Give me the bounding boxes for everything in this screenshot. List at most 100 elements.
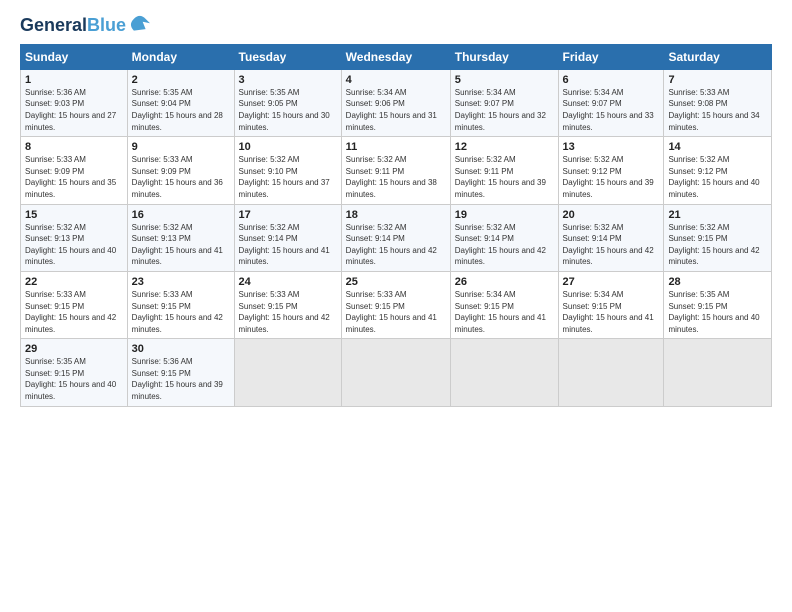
col-header-saturday: Saturday	[664, 44, 772, 69]
day-info: Sunrise: 5:34 AMSunset: 9:15 PMDaylight:…	[563, 289, 660, 335]
col-header-wednesday: Wednesday	[341, 44, 450, 69]
day-cell: 11 Sunrise: 5:32 AMSunset: 9:11 PMDaylig…	[341, 137, 450, 204]
logo-text: GeneralBlue	[20, 16, 126, 36]
day-cell: 22 Sunrise: 5:33 AMSunset: 9:15 PMDaylig…	[21, 271, 128, 338]
day-number: 13	[563, 141, 660, 153]
day-number: 17	[239, 209, 337, 221]
day-info: Sunrise: 5:32 AMSunset: 9:10 PMDaylight:…	[239, 154, 337, 200]
day-info: Sunrise: 5:33 AMSunset: 9:09 PMDaylight:…	[25, 154, 123, 200]
day-number: 4	[346, 74, 446, 86]
day-cell: 20 Sunrise: 5:32 AMSunset: 9:14 PMDaylig…	[558, 204, 664, 271]
day-info: Sunrise: 5:33 AMSunset: 9:08 PMDaylight:…	[668, 87, 767, 133]
day-cell: 13 Sunrise: 5:32 AMSunset: 9:12 PMDaylig…	[558, 137, 664, 204]
day-cell: 1 Sunrise: 5:36 AMSunset: 9:03 PMDayligh…	[21, 69, 128, 136]
day-info: Sunrise: 5:32 AMSunset: 9:14 PMDaylight:…	[563, 222, 660, 268]
day-info: Sunrise: 5:33 AMSunset: 9:15 PMDaylight:…	[132, 289, 230, 335]
day-number: 3	[239, 74, 337, 86]
day-info: Sunrise: 5:35 AMSunset: 9:15 PMDaylight:…	[668, 289, 767, 335]
day-number: 15	[25, 209, 123, 221]
logo: GeneralBlue	[20, 16, 150, 36]
day-cell: 23 Sunrise: 5:33 AMSunset: 9:15 PMDaylig…	[127, 271, 234, 338]
day-number: 26	[455, 276, 554, 288]
day-cell: 24 Sunrise: 5:33 AMSunset: 9:15 PMDaylig…	[234, 271, 341, 338]
day-number: 21	[668, 209, 767, 221]
day-info: Sunrise: 5:34 AMSunset: 9:07 PMDaylight:…	[455, 87, 554, 133]
logo-icon	[128, 13, 150, 35]
page-header: GeneralBlue	[20, 16, 772, 36]
day-number: 22	[25, 276, 123, 288]
day-info: Sunrise: 5:34 AMSunset: 9:07 PMDaylight:…	[563, 87, 660, 133]
day-cell: 2 Sunrise: 5:35 AMSunset: 9:04 PMDayligh…	[127, 69, 234, 136]
day-cell: 26 Sunrise: 5:34 AMSunset: 9:15 PMDaylig…	[450, 271, 558, 338]
week-row-3: 22 Sunrise: 5:33 AMSunset: 9:15 PMDaylig…	[21, 271, 772, 338]
day-info: Sunrise: 5:33 AMSunset: 9:15 PMDaylight:…	[346, 289, 446, 335]
day-info: Sunrise: 5:32 AMSunset: 9:11 PMDaylight:…	[346, 154, 446, 200]
col-header-monday: Monday	[127, 44, 234, 69]
day-number: 11	[346, 141, 446, 153]
week-row-0: 1 Sunrise: 5:36 AMSunset: 9:03 PMDayligh…	[21, 69, 772, 136]
day-info: Sunrise: 5:34 AMSunset: 9:06 PMDaylight:…	[346, 87, 446, 133]
day-number: 8	[25, 141, 123, 153]
day-number: 28	[668, 276, 767, 288]
day-info: Sunrise: 5:32 AMSunset: 9:15 PMDaylight:…	[668, 222, 767, 268]
calendar-table: SundayMondayTuesdayWednesdayThursdayFrid…	[20, 44, 772, 407]
day-cell: 18 Sunrise: 5:32 AMSunset: 9:14 PMDaylig…	[341, 204, 450, 271]
day-info: Sunrise: 5:35 AMSunset: 9:04 PMDaylight:…	[132, 87, 230, 133]
day-number: 10	[239, 141, 337, 153]
day-cell: 12 Sunrise: 5:32 AMSunset: 9:11 PMDaylig…	[450, 137, 558, 204]
day-info: Sunrise: 5:36 AMSunset: 9:03 PMDaylight:…	[25, 87, 123, 133]
day-info: Sunrise: 5:35 AMSunset: 9:15 PMDaylight:…	[25, 356, 123, 402]
day-cell: 7 Sunrise: 5:33 AMSunset: 9:08 PMDayligh…	[664, 69, 772, 136]
day-number: 14	[668, 141, 767, 153]
day-cell: 30 Sunrise: 5:36 AMSunset: 9:15 PMDaylig…	[127, 339, 234, 406]
day-number: 23	[132, 276, 230, 288]
day-cell: 15 Sunrise: 5:32 AMSunset: 9:13 PMDaylig…	[21, 204, 128, 271]
day-number: 9	[132, 141, 230, 153]
day-number: 16	[132, 209, 230, 221]
day-cell: 10 Sunrise: 5:32 AMSunset: 9:10 PMDaylig…	[234, 137, 341, 204]
day-info: Sunrise: 5:33 AMSunset: 9:15 PMDaylight:…	[239, 289, 337, 335]
day-number: 20	[563, 209, 660, 221]
day-cell: 29 Sunrise: 5:35 AMSunset: 9:15 PMDaylig…	[21, 339, 128, 406]
day-cell: 28 Sunrise: 5:35 AMSunset: 9:15 PMDaylig…	[664, 271, 772, 338]
day-number: 1	[25, 74, 123, 86]
col-header-thursday: Thursday	[450, 44, 558, 69]
day-info: Sunrise: 5:32 AMSunset: 9:11 PMDaylight:…	[455, 154, 554, 200]
day-info: Sunrise: 5:33 AMSunset: 9:15 PMDaylight:…	[25, 289, 123, 335]
day-cell: 17 Sunrise: 5:32 AMSunset: 9:14 PMDaylig…	[234, 204, 341, 271]
day-number: 5	[455, 74, 554, 86]
day-number: 12	[455, 141, 554, 153]
day-number: 30	[132, 343, 230, 355]
day-info: Sunrise: 5:35 AMSunset: 9:05 PMDaylight:…	[239, 87, 337, 133]
day-cell: 14 Sunrise: 5:32 AMSunset: 9:12 PMDaylig…	[664, 137, 772, 204]
day-cell: 5 Sunrise: 5:34 AMSunset: 9:07 PMDayligh…	[450, 69, 558, 136]
week-row-4: 29 Sunrise: 5:35 AMSunset: 9:15 PMDaylig…	[21, 339, 772, 406]
day-info: Sunrise: 5:32 AMSunset: 9:13 PMDaylight:…	[132, 222, 230, 268]
day-info: Sunrise: 5:32 AMSunset: 9:14 PMDaylight:…	[455, 222, 554, 268]
day-number: 6	[563, 74, 660, 86]
day-cell: 25 Sunrise: 5:33 AMSunset: 9:15 PMDaylig…	[341, 271, 450, 338]
day-info: Sunrise: 5:32 AMSunset: 9:13 PMDaylight:…	[25, 222, 123, 268]
day-info: Sunrise: 5:32 AMSunset: 9:14 PMDaylight:…	[346, 222, 446, 268]
col-header-sunday: Sunday	[21, 44, 128, 69]
day-cell: 21 Sunrise: 5:32 AMSunset: 9:15 PMDaylig…	[664, 204, 772, 271]
day-cell: 8 Sunrise: 5:33 AMSunset: 9:09 PMDayligh…	[21, 137, 128, 204]
week-row-2: 15 Sunrise: 5:32 AMSunset: 9:13 PMDaylig…	[21, 204, 772, 271]
day-cell	[341, 339, 450, 406]
day-cell: 6 Sunrise: 5:34 AMSunset: 9:07 PMDayligh…	[558, 69, 664, 136]
col-header-tuesday: Tuesday	[234, 44, 341, 69]
day-info: Sunrise: 5:34 AMSunset: 9:15 PMDaylight:…	[455, 289, 554, 335]
week-row-1: 8 Sunrise: 5:33 AMSunset: 9:09 PMDayligh…	[21, 137, 772, 204]
col-header-friday: Friday	[558, 44, 664, 69]
day-info: Sunrise: 5:32 AMSunset: 9:14 PMDaylight:…	[239, 222, 337, 268]
day-info: Sunrise: 5:33 AMSunset: 9:09 PMDaylight:…	[132, 154, 230, 200]
day-number: 24	[239, 276, 337, 288]
day-cell: 16 Sunrise: 5:32 AMSunset: 9:13 PMDaylig…	[127, 204, 234, 271]
day-cell: 27 Sunrise: 5:34 AMSunset: 9:15 PMDaylig…	[558, 271, 664, 338]
day-cell: 9 Sunrise: 5:33 AMSunset: 9:09 PMDayligh…	[127, 137, 234, 204]
day-number: 19	[455, 209, 554, 221]
day-cell	[234, 339, 341, 406]
day-info: Sunrise: 5:36 AMSunset: 9:15 PMDaylight:…	[132, 356, 230, 402]
day-number: 7	[668, 74, 767, 86]
day-cell	[558, 339, 664, 406]
